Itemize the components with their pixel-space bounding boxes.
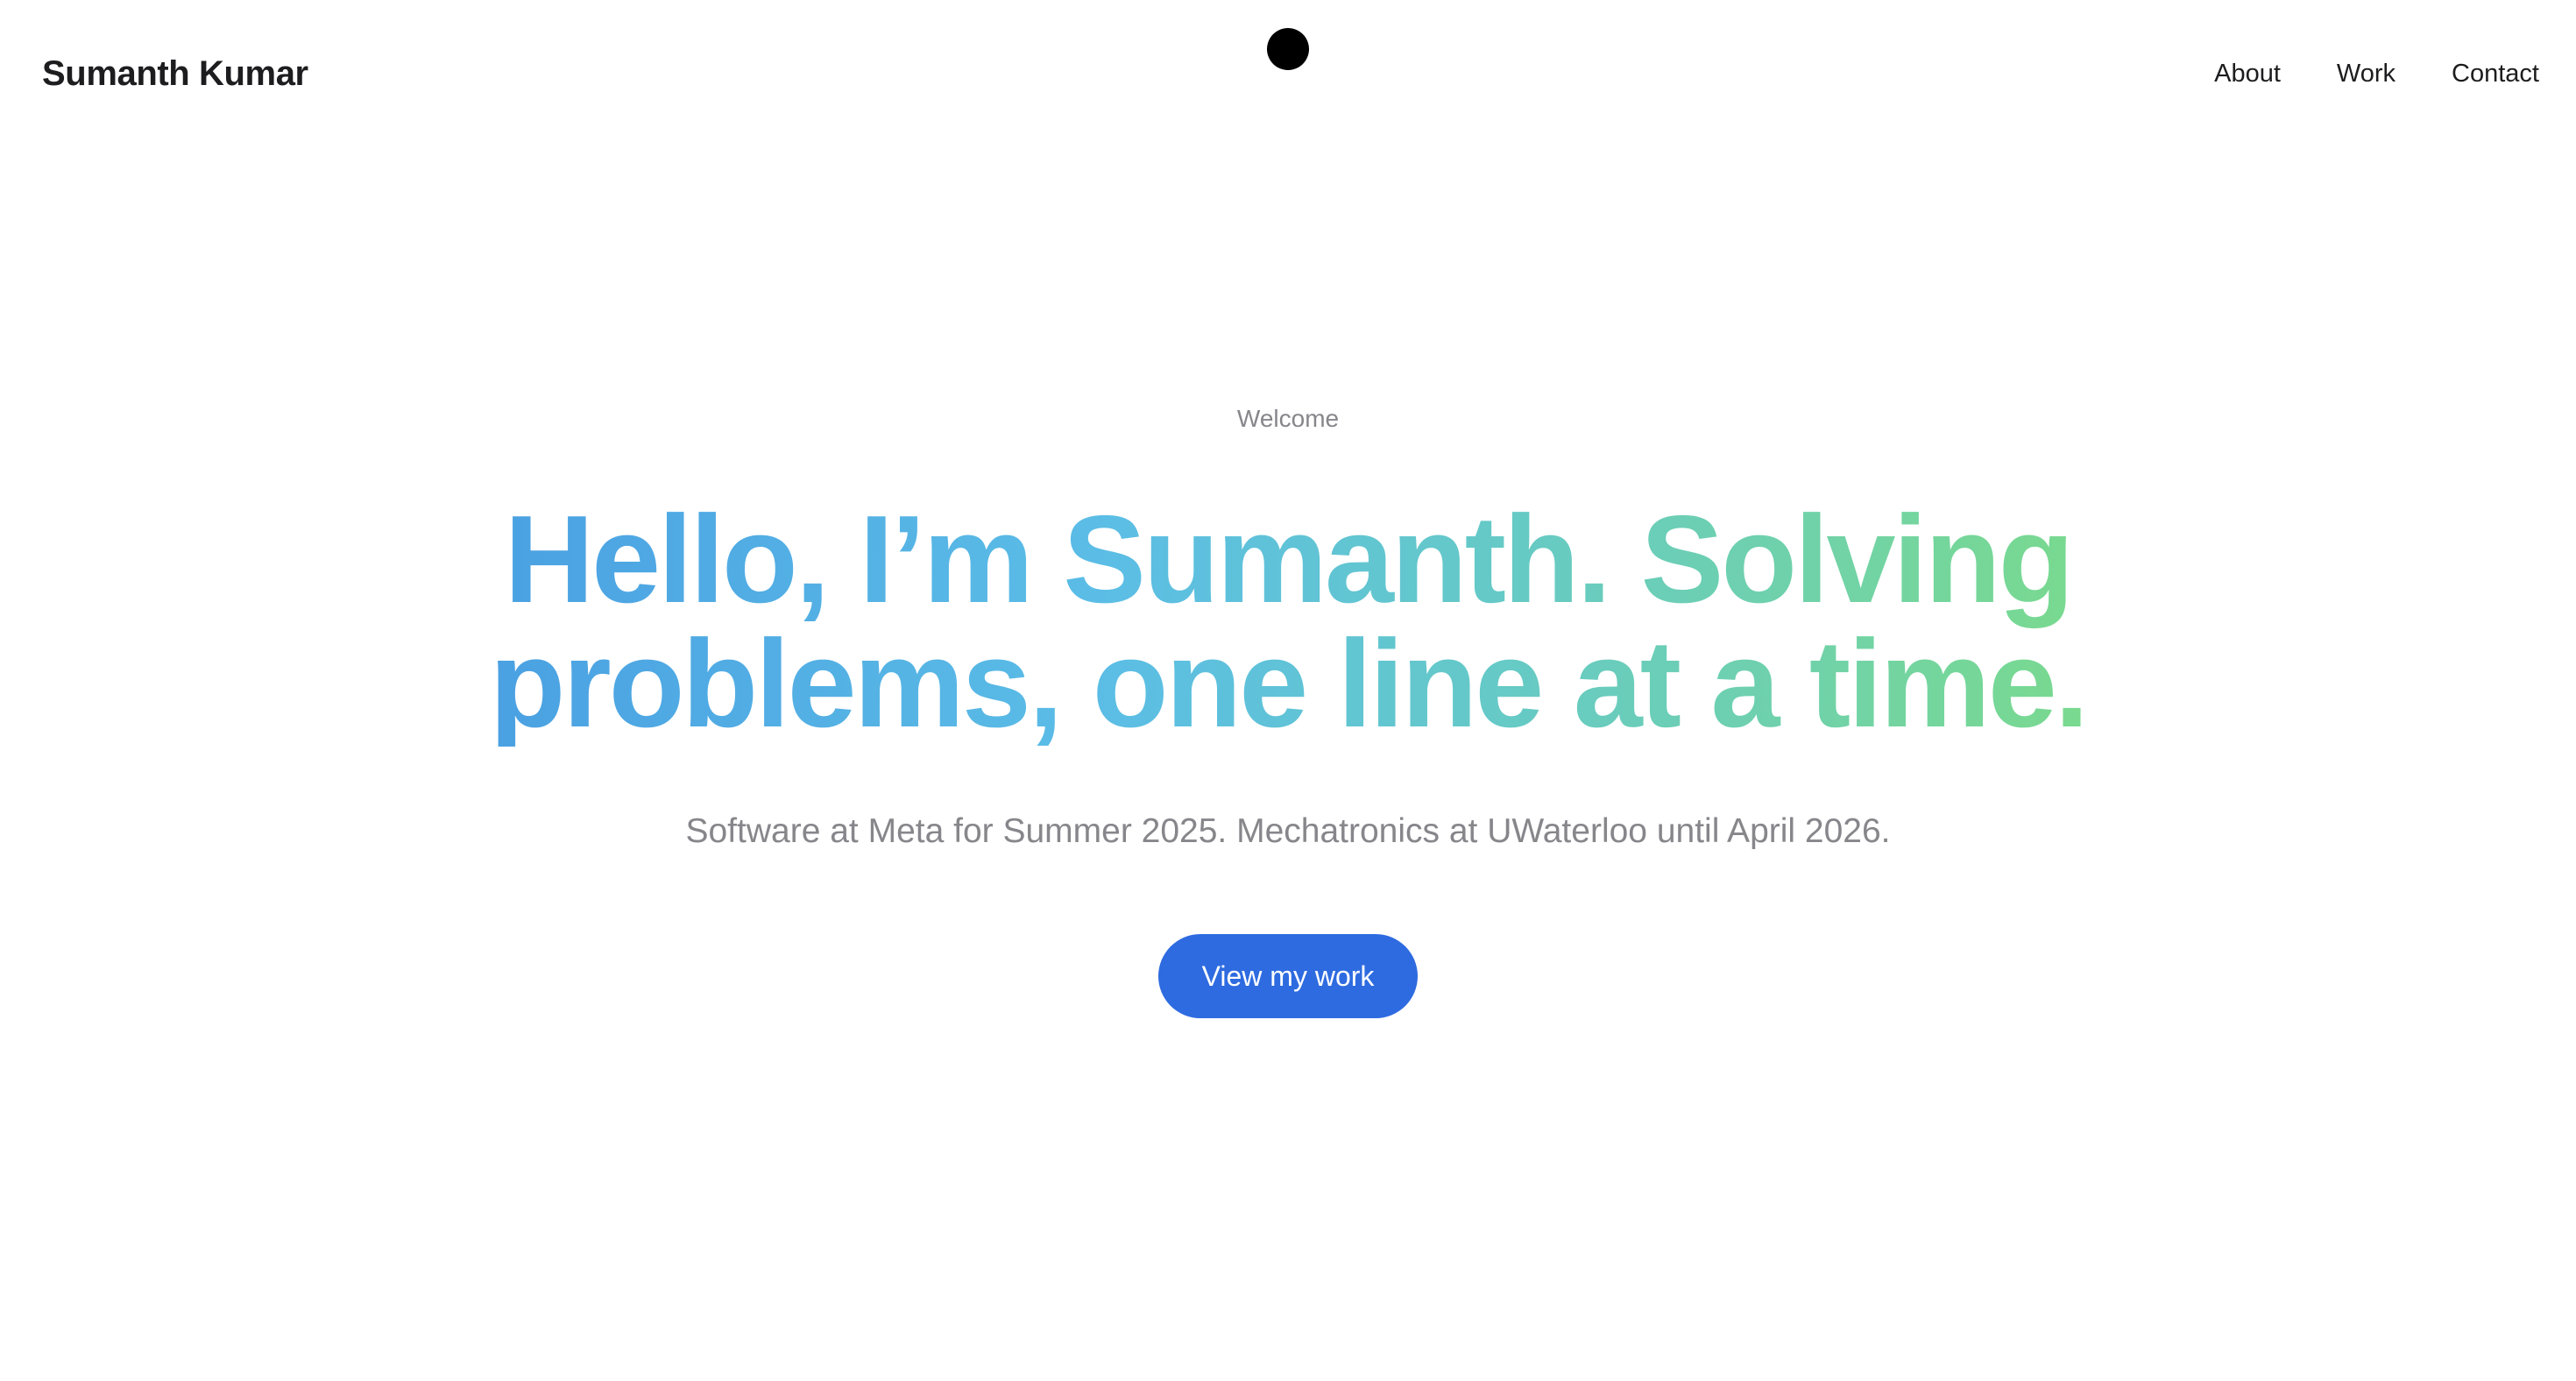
page: Sumanth Kumar About Work Contact Welcome… <box>0 0 2576 1381</box>
hero-subtitle: Software at Meta for Summer 2025. Mechat… <box>0 810 2576 853</box>
brand-name[interactable]: Sumanth Kumar <box>42 49 308 98</box>
main-nav: About Work Contact <box>2214 49 2539 98</box>
nav-link-about[interactable]: About <box>2214 60 2281 89</box>
hero-eyebrow: Welcome <box>0 401 2576 436</box>
headline-container: Hello, I’m Sumanth. Solving problems, on… <box>473 498 2103 747</box>
hero-headline: Hello, I’m Sumanth. Solving problems, on… <box>473 498 2103 747</box>
nav-link-contact[interactable]: Contact <box>2452 60 2539 89</box>
view-my-work-button[interactable]: View my work <box>1158 934 1418 1018</box>
logo-icon[interactable] <box>1267 28 1309 70</box>
hero-section: Welcome Hello, I’m Sumanth. Solving prob… <box>0 401 2576 1018</box>
cta-row: View my work <box>0 934 2576 1018</box>
nav-link-work[interactable]: Work <box>2337 60 2396 89</box>
